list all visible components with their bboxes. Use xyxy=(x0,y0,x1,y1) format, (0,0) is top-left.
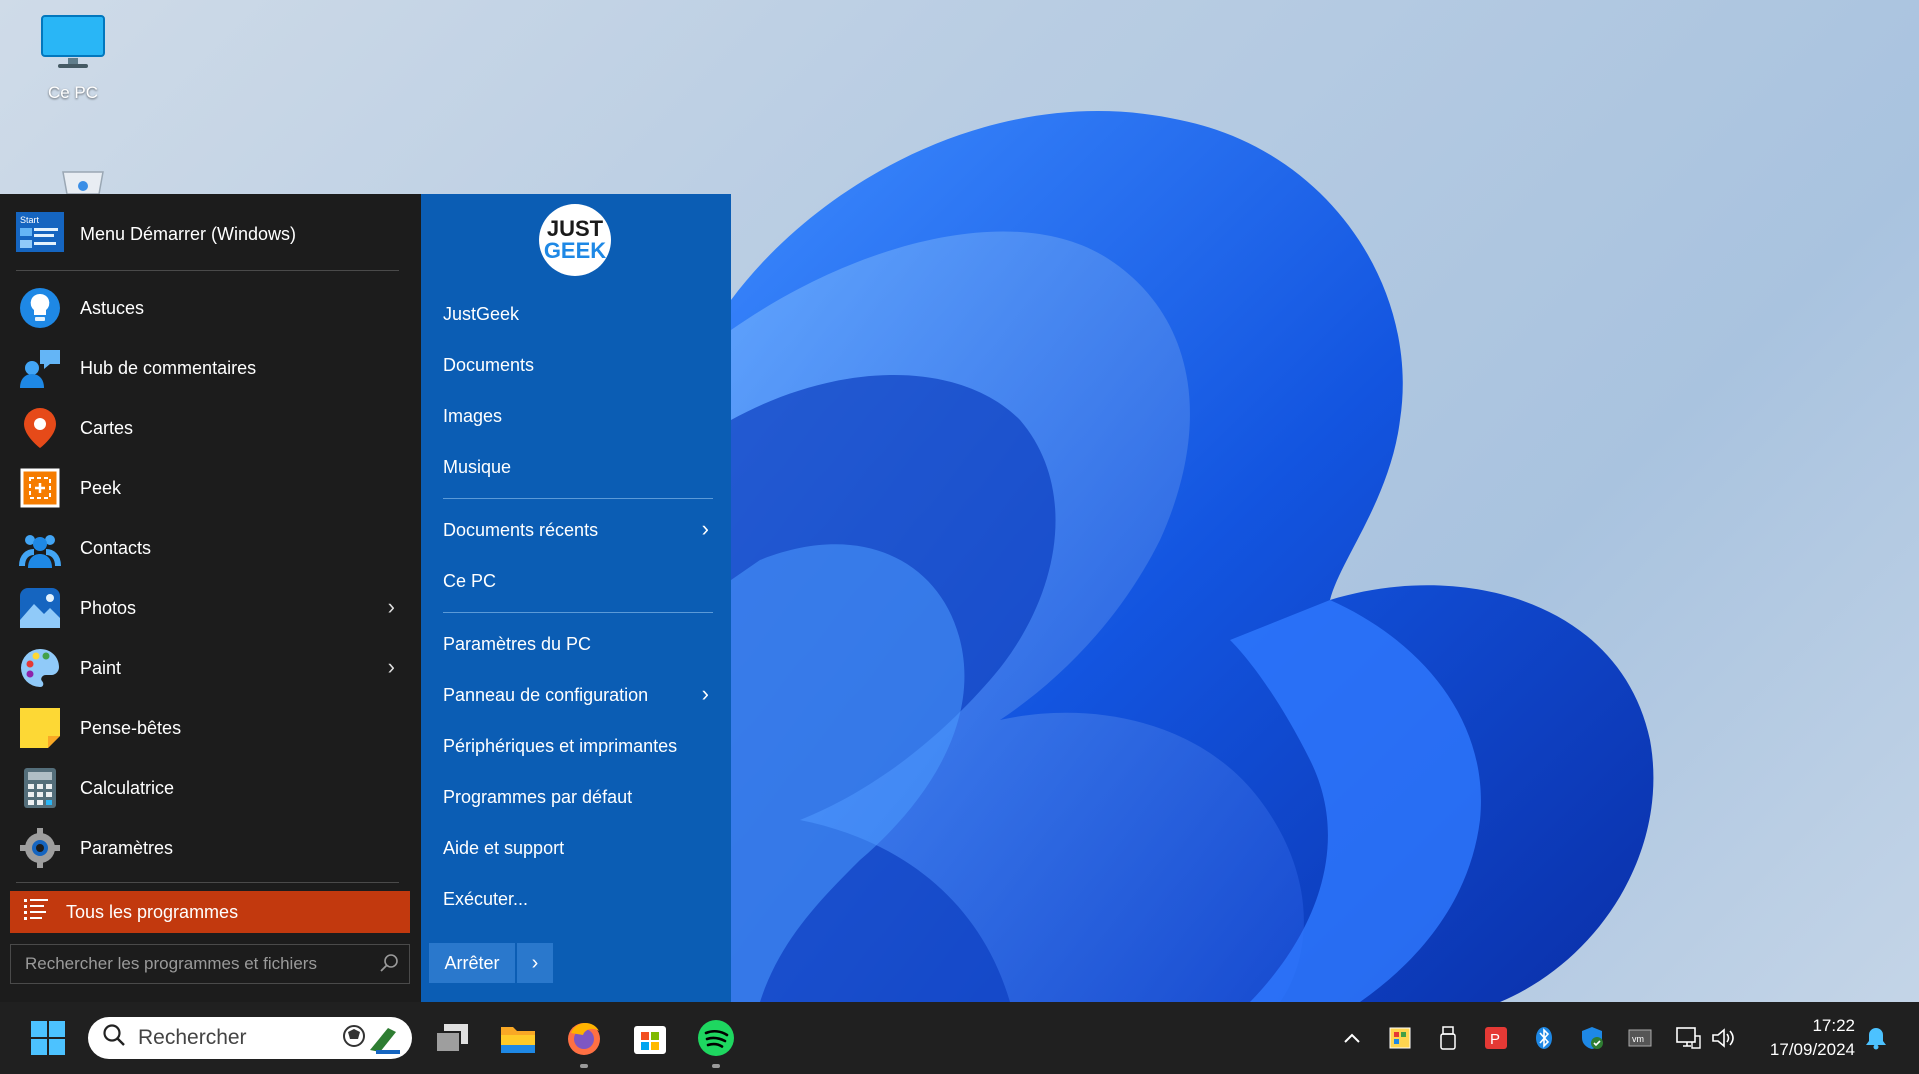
network-icon[interactable] xyxy=(1674,1024,1702,1052)
app-item-label: Paint xyxy=(80,657,122,678)
link-documents-recents[interactable]: Documents récents › xyxy=(443,510,713,550)
search-icon xyxy=(379,953,399,978)
task-view-icon[interactable] xyxy=(430,1016,474,1060)
chevron-up-icon[interactable] xyxy=(1338,1024,1366,1052)
divider xyxy=(16,270,399,271)
app-item-photos[interactable]: Photos › xyxy=(16,580,411,636)
running-indicator xyxy=(580,1064,588,1068)
vmware-icon[interactable]: vm xyxy=(1626,1024,1654,1052)
app-item-hub-de-commentaires[interactable]: Hub de commentaires xyxy=(16,340,411,396)
microsoft-store-icon[interactable] xyxy=(628,1016,672,1060)
sticky-notes-icon xyxy=(16,704,64,752)
start-menu-left-pane: Start Menu Démarrer (Windows) Astuces Hu… xyxy=(0,194,421,1002)
link-ce-pc[interactable]: Ce PC xyxy=(443,561,713,601)
shutdown-options-button[interactable]: › xyxy=(517,943,553,983)
taskbar-search-box[interactable]: Rechercher xyxy=(88,1017,412,1059)
taskbar-search-placeholder: Rechercher xyxy=(138,1026,247,1049)
search-placeholder: Rechercher les programmes et fichiers xyxy=(25,954,317,973)
divider xyxy=(443,612,713,613)
usb-drive-icon[interactable] xyxy=(1434,1024,1462,1052)
app-item-pense-betes[interactable]: Pense-bêtes xyxy=(16,700,411,756)
settings-gear-icon xyxy=(16,824,64,872)
svg-text:Start: Start xyxy=(20,215,40,225)
contacts-icon xyxy=(16,524,64,572)
link-images[interactable]: Images xyxy=(443,396,713,436)
app-item-label: Photos xyxy=(80,597,137,618)
chevron-right-icon: › xyxy=(531,951,539,974)
link-programmes-par-defaut[interactable]: Programmes par défaut xyxy=(443,777,713,817)
bluetooth-icon[interactable] xyxy=(1530,1024,1558,1052)
app-item-contacts[interactable]: Contacts xyxy=(16,520,411,576)
start-menu-right-pane: JUST GEEK JustGeek Documents Images Musi… xyxy=(421,194,731,1002)
file-explorer-icon[interactable] xyxy=(496,1016,540,1060)
firefox-icon[interactable] xyxy=(562,1016,606,1060)
taskbar-clock[interactable]: 17:22 17/09/2024 xyxy=(1770,1014,1855,1062)
clock-time: 17:22 xyxy=(1812,1016,1855,1035)
link-musique[interactable]: Musique xyxy=(443,447,713,487)
windows-start-icon[interactable] xyxy=(26,1016,70,1060)
app-item-label: Paramètres xyxy=(80,837,174,858)
chevron-right-icon: › xyxy=(701,681,709,706)
desktop-icon-label: Ce PC xyxy=(47,83,99,102)
feedback-hub-icon xyxy=(16,344,64,392)
app-item-astuces[interactable]: Astuces xyxy=(16,280,411,336)
divider xyxy=(16,882,399,883)
programs-search-input[interactable]: Rechercher les programmes et fichiers xyxy=(10,944,410,984)
photos-icon xyxy=(16,584,64,632)
all-programs-label: Tous les programmes xyxy=(66,901,239,922)
shutdown-group: Arrêter › xyxy=(429,943,553,983)
link-executer[interactable]: Exécuter... xyxy=(443,879,713,919)
spotify-icon[interactable] xyxy=(694,1016,738,1060)
clock-date: 17/09/2024 xyxy=(1769,1040,1855,1059)
chevron-right-icon: › xyxy=(387,594,395,619)
calculator-icon xyxy=(16,764,64,812)
running-indicator xyxy=(712,1064,720,1068)
app-item-label: Cartes xyxy=(80,417,134,438)
chevron-right-icon: › xyxy=(387,654,395,679)
lightbulb-icon xyxy=(16,284,64,332)
app-item-label: Contacts xyxy=(80,537,152,558)
app-item-cartes[interactable]: Cartes xyxy=(16,400,411,456)
link-documents[interactable]: Documents xyxy=(443,345,713,385)
peek-icon xyxy=(16,464,64,512)
monitor-icon xyxy=(18,14,128,77)
paint-palette-icon xyxy=(16,644,64,692)
list-icon xyxy=(24,898,48,926)
app-item-label: Pense-bêtes xyxy=(80,717,182,738)
svg-text:P: P xyxy=(1490,1031,1500,1048)
search-icon xyxy=(102,1023,126,1053)
app-item-label: Calculatrice xyxy=(80,777,175,798)
start-menu: Start Menu Démarrer (Windows) Astuces Hu… xyxy=(0,194,731,1002)
start-menu-header[interactable]: Start Menu Démarrer (Windows) xyxy=(16,211,297,257)
app-item-peek[interactable]: Peek xyxy=(16,460,411,516)
link-parametres-du-pc[interactable]: Paramètres du PC xyxy=(443,624,713,664)
color-picker-icon[interactable] xyxy=(1386,1024,1414,1052)
app-item-calculatrice[interactable]: Calculatrice xyxy=(16,760,411,816)
security-shield-icon[interactable] xyxy=(1578,1024,1606,1052)
justgeek-logo[interactable]: JUST GEEK xyxy=(539,204,611,276)
link-peripheriques[interactable]: Périphériques et imprimantes xyxy=(443,726,713,766)
start-menu-header-label: Menu Démarrer (Windows) xyxy=(80,223,297,244)
app-item-label: Hub de commentaires xyxy=(80,357,257,378)
link-panneau-de-configuration[interactable]: Panneau de configuration › xyxy=(443,675,713,715)
app-item-label: Astuces xyxy=(80,297,145,318)
screenshot-tool-icon[interactable]: P xyxy=(1482,1024,1510,1052)
shutdown-button[interactable]: Arrêter xyxy=(429,943,515,983)
app-item-paint[interactable]: Paint › xyxy=(16,640,411,696)
app-item-label: Peek xyxy=(80,477,122,498)
app-item-parametres[interactable]: Paramètres xyxy=(16,820,411,876)
search-highlight-icon xyxy=(338,1022,402,1060)
link-justgeek[interactable]: JustGeek xyxy=(443,294,713,334)
maps-pin-icon xyxy=(16,404,64,452)
link-aide-et-support[interactable]: Aide et support xyxy=(443,828,713,868)
volume-icon[interactable] xyxy=(1710,1024,1738,1052)
desktop-icon-ce-pc[interactable]: Ce PC xyxy=(18,14,128,103)
chevron-right-icon: › xyxy=(701,516,709,541)
divider xyxy=(443,498,713,499)
svg-text:vm: vm xyxy=(1632,1034,1644,1044)
all-programs-button[interactable]: Tous les programmes xyxy=(10,891,410,933)
taskbar: Rechercher P vm 17:22 17/09/2024 xyxy=(0,1002,1919,1074)
notification-bell-icon[interactable] xyxy=(1862,1024,1890,1052)
start-menu-app-icon: Start xyxy=(16,211,64,257)
